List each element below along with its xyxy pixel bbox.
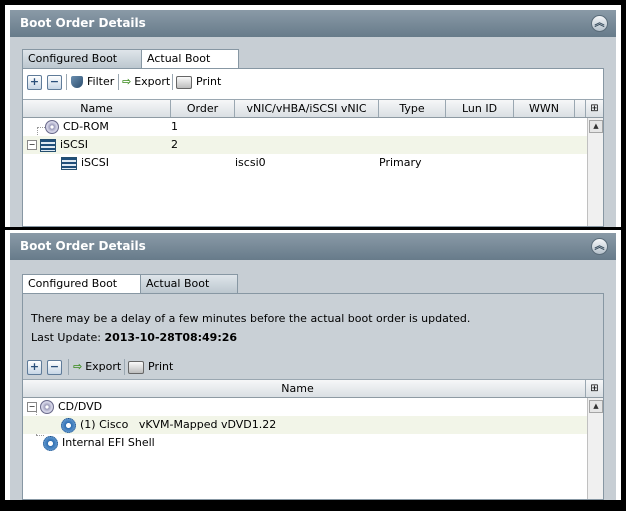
minus-icon: − — [47, 359, 62, 375]
iscsi-icon — [40, 138, 56, 152]
toolbar: + − ⇨ Export Print — [23, 354, 603, 378]
panel-body: Configured Boot Order Actual Boot Order … — [10, 37, 616, 227]
delay-notice: There may be a delay of a few minutes be… — [31, 312, 471, 325]
collapse-tree-icon[interactable]: − — [27, 140, 37, 150]
table-header: Name ⊞ — [23, 380, 603, 398]
printer-icon — [176, 75, 192, 89]
column-header-vnic[interactable]: vNIC/vHBA/iSCSI vNIC — [235, 100, 379, 117]
filter-icon — [71, 76, 83, 88]
column-chooser-icon[interactable]: ⊞ — [585, 380, 603, 397]
toolbar: + − Filter ⇨ Export Print — [23, 69, 603, 93]
export-label: Export — [85, 360, 122, 373]
last-update: Last Update: 2013-10-28T08:49:26 — [31, 331, 237, 344]
last-update-value: 2013-10-28T08:49:26 — [104, 331, 238, 344]
print-label: Print — [196, 75, 222, 88]
last-update-label: Last Update: — [31, 331, 101, 344]
column-header-type[interactable]: Type — [379, 100, 446, 117]
column-header-order[interactable]: Order — [171, 100, 235, 117]
print-button[interactable]: Print — [128, 358, 173, 375]
table-row[interactable]: − iSCSI 2 — [23, 136, 587, 154]
scroll-up-icon[interactable]: ▲ — [589, 120, 603, 133]
column-header-name[interactable]: Name — [23, 100, 171, 117]
export-arrow-icon: ⇨ — [73, 360, 83, 373]
print-button[interactable]: Print — [176, 73, 221, 90]
vertical-scrollbar[interactable]: ▲ — [587, 398, 603, 499]
row-name: iSCSI — [81, 156, 109, 169]
tab-content: There may be a delay of a few minutes be… — [22, 293, 604, 500]
table-row[interactable]: CD-ROM 1 — [23, 118, 587, 136]
table-row[interactable]: (1) Cisco vKVM-Mapped vDVD1.22 — [23, 416, 587, 434]
iscsi-icon — [61, 156, 77, 170]
export-label: Export — [134, 75, 171, 88]
panel-body: Configured Boot Order Actual Boot Order … — [10, 260, 616, 500]
collapse-icon[interactable]: ︽ — [591, 15, 608, 32]
tab-configured-boot-order[interactable]: Configured Boot Order — [22, 274, 143, 308]
remove-button[interactable]: − — [47, 73, 62, 90]
export-arrow-icon: ⇨ — [122, 75, 132, 88]
export-button[interactable]: ⇨ Export — [73, 358, 121, 375]
row-name: CD/DVD — [58, 400, 103, 413]
tab-configured-boot-order[interactable]: Configured Boot Order — [22, 49, 143, 83]
column-header-wwn[interactable]: WWN — [514, 100, 575, 117]
gear-icon — [61, 417, 76, 433]
row-name: (1) Cisco vKVM-Mapped vDVD1.22 — [80, 418, 277, 431]
cd-rom-icon — [45, 120, 59, 134]
vertical-scrollbar[interactable]: ▲ — [587, 118, 603, 226]
row-vnic: iscsi0 — [235, 156, 266, 169]
filter-button[interactable]: Filter — [71, 73, 114, 90]
tab-actual-boot-order[interactable]: Actual Boot Order — [141, 49, 239, 83]
column-header-name[interactable]: Name — [23, 380, 572, 397]
panel-header: Boot Order Details ︽ — [10, 10, 616, 37]
boot-order-panel-bottom: Boot Order Details ︽ Configured Boot Ord… — [5, 230, 621, 500]
remove-button[interactable]: − — [47, 358, 62, 375]
filter-label: Filter — [87, 75, 115, 88]
plus-icon: + — [27, 74, 42, 90]
actual-boot-order-table: Name ⊞ − CD/DVD (1) Cisco vKVM-Mapped vDV… — [23, 379, 603, 499]
table-row[interactable]: − CD/DVD — [23, 398, 587, 416]
tab-content: + − Filter ⇨ Export Print Name Order vNIC… — [22, 68, 604, 227]
collapse-tree-icon[interactable]: − — [27, 402, 37, 412]
row-name: Internal EFI Shell — [62, 436, 155, 449]
table-row[interactable]: Internal EFI Shell — [23, 434, 587, 452]
print-label: Print — [148, 360, 174, 373]
row-order: 2 — [171, 138, 178, 151]
printer-icon — [128, 360, 144, 374]
tab-actual-boot-order[interactable]: Actual Boot Order — [140, 274, 238, 308]
collapse-icon[interactable]: ︽ — [591, 238, 608, 255]
table-header: Name Order vNIC/vHBA/iSCSI vNIC Type Lun… — [23, 100, 603, 118]
cd-rom-icon — [40, 400, 54, 414]
row-type: Primary — [379, 156, 422, 169]
panel-title: Boot Order Details — [20, 16, 146, 30]
panel-header: Boot Order Details ︽ — [10, 233, 616, 260]
minus-icon: − — [47, 74, 62, 90]
scroll-up-icon[interactable]: ▲ — [589, 400, 603, 413]
boot-order-panel-top: Boot Order Details ︽ Configured Boot Ord… — [5, 5, 621, 227]
panel-title: Boot Order Details — [20, 239, 146, 253]
row-name: CD-ROM — [63, 120, 109, 133]
row-name: iSCSI — [60, 138, 88, 151]
export-button[interactable]: ⇨ Export — [122, 73, 170, 90]
plus-icon: + — [27, 359, 42, 375]
add-button[interactable]: + — [27, 358, 42, 375]
boot-order-table: Name Order vNIC/vHBA/iSCSI vNIC Type Lun… — [23, 99, 603, 226]
row-order: 1 — [171, 120, 178, 133]
column-chooser-icon[interactable]: ⊞ — [585, 100, 603, 117]
gear-icon — [43, 435, 58, 451]
table-row[interactable]: iSCSI iscsi0 Primary — [23, 154, 587, 172]
add-button[interactable]: + — [27, 73, 42, 90]
column-header-lun-id[interactable]: Lun ID — [446, 100, 514, 117]
